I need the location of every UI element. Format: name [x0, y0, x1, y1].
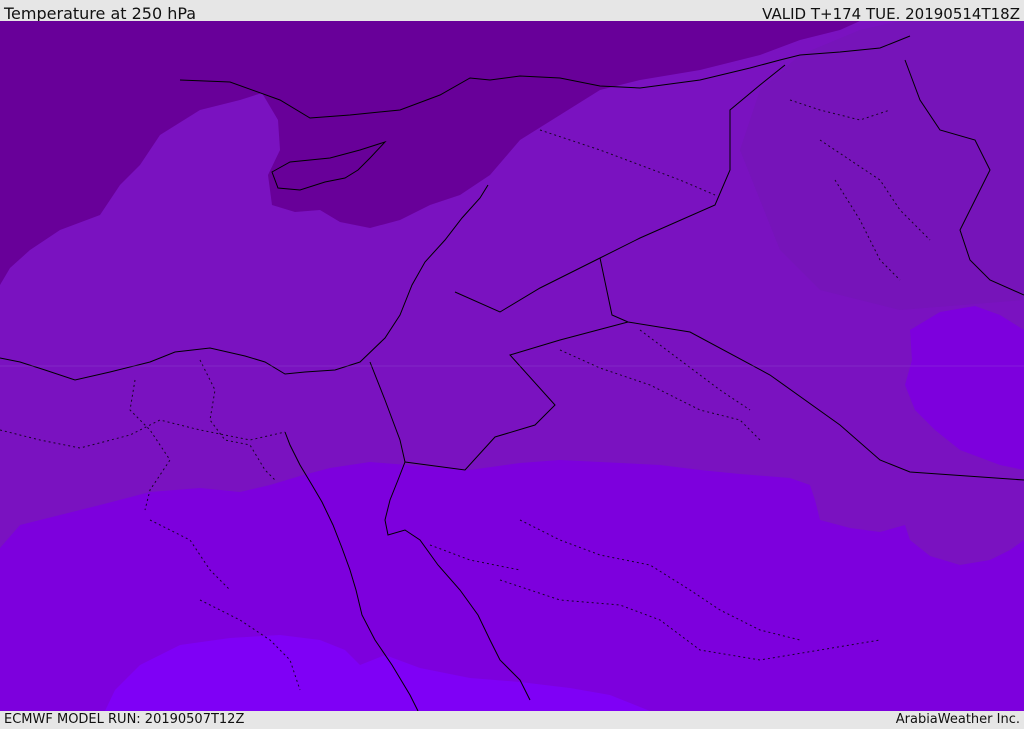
- title-bar: Temperature at 250 hPa VALID T+174 TUE. …: [0, 0, 1024, 23]
- footer-bar: ECMWF MODEL RUN: 20190507T12Z ArabiaWeat…: [0, 711, 1024, 729]
- temperature-map: [0, 21, 1024, 711]
- credit-label: ArabiaWeather Inc.: [895, 712, 1020, 727]
- map-panel: [0, 21, 1024, 711]
- model-run-label: ECMWF MODEL RUN: 20190507T12Z: [4, 712, 245, 727]
